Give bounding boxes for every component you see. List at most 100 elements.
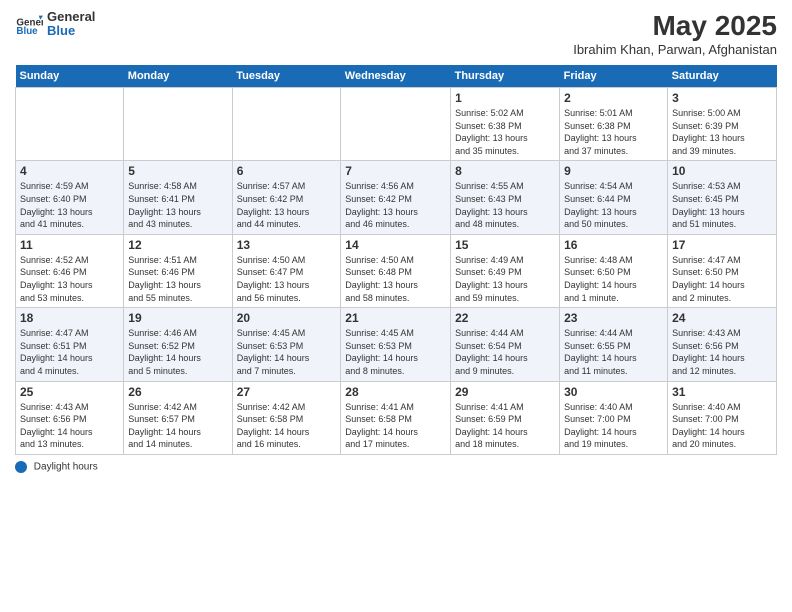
day-info: Sunrise: 4:52 AM Sunset: 6:46 PM Dayligh… bbox=[20, 254, 119, 304]
day-info: Sunrise: 4:55 AM Sunset: 6:43 PM Dayligh… bbox=[455, 180, 555, 230]
day-info: Sunrise: 4:46 AM Sunset: 6:52 PM Dayligh… bbox=[128, 327, 227, 377]
calendar-cell: 16 Sunrise: 4:48 AM Sunset: 6:50 PM Dayli… bbox=[560, 234, 668, 307]
header-friday: Friday bbox=[560, 65, 668, 88]
calendar-cell: 17 Sunrise: 4:47 AM Sunset: 6:50 PM Dayli… bbox=[668, 234, 777, 307]
day-info: Sunrise: 4:40 AM Sunset: 7:00 PM Dayligh… bbox=[672, 401, 772, 451]
day-number: 29 bbox=[455, 385, 555, 399]
header-wednesday: Wednesday bbox=[341, 65, 451, 88]
calendar-cell: 10Sunrise: 4:53 AM Sunset: 6:45 PM Dayli… bbox=[668, 161, 777, 234]
calendar-cell: 6 Sunrise: 4:57 AM Sunset: 6:42 PM Daylig… bbox=[232, 161, 341, 234]
footer: Daylight hours bbox=[15, 461, 777, 473]
day-info: Sunrise: 4:41 AM Sunset: 6:59 PM Dayligh… bbox=[455, 401, 555, 451]
title-block: May 2025 Ibrahim Khan, Parwan, Afghanist… bbox=[573, 10, 777, 57]
day-number: 31 bbox=[672, 385, 772, 399]
week-row-5: 25 Sunrise: 4:43 AM Sunset: 6:56 PM Dayli… bbox=[16, 381, 777, 454]
main-title: May 2025 bbox=[573, 10, 777, 42]
day-info: Sunrise: 4:47 AM Sunset: 6:50 PM Dayligh… bbox=[672, 254, 772, 304]
header-monday: Monday bbox=[124, 65, 232, 88]
calendar-cell: 29 Sunrise: 4:41 AM Sunset: 6:59 PM Dayli… bbox=[451, 381, 560, 454]
day-info: Sunrise: 4:54 AM Sunset: 6:44 PM Dayligh… bbox=[564, 180, 663, 230]
calendar-cell: 1Sunrise: 5:02 AM Sunset: 6:38 PM Daylig… bbox=[451, 88, 560, 161]
day-info: Sunrise: 4:53 AM Sunset: 6:45 PM Dayligh… bbox=[672, 180, 772, 230]
day-number: 15 bbox=[455, 238, 555, 252]
header-sunday: Sunday bbox=[16, 65, 124, 88]
logo-general: General bbox=[47, 10, 95, 24]
calendar-cell: 15Sunrise: 4:49 AM Sunset: 6:49 PM Dayli… bbox=[451, 234, 560, 307]
day-info: Sunrise: 4:42 AM Sunset: 6:57 PM Dayligh… bbox=[128, 401, 227, 451]
calendar-cell: 8 Sunrise: 4:55 AM Sunset: 6:43 PM Daylig… bbox=[451, 161, 560, 234]
day-number: 1 bbox=[455, 91, 555, 105]
day-number: 2 bbox=[564, 91, 663, 105]
calendar-cell bbox=[16, 88, 124, 161]
day-info: Sunrise: 4:50 AM Sunset: 6:48 PM Dayligh… bbox=[345, 254, 446, 304]
calendar-cell: 4 Sunrise: 4:59 AM Sunset: 6:40 PM Daylig… bbox=[16, 161, 124, 234]
calendar-cell: 26Sunrise: 4:42 AM Sunset: 6:57 PM Dayli… bbox=[124, 381, 232, 454]
calendar-cell: 11Sunrise: 4:52 AM Sunset: 6:46 PM Dayli… bbox=[16, 234, 124, 307]
day-number: 16 bbox=[564, 238, 663, 252]
day-number: 12 bbox=[128, 238, 227, 252]
day-info: Sunrise: 4:58 AM Sunset: 6:41 PM Dayligh… bbox=[128, 180, 227, 230]
calendar-cell: 7Sunrise: 4:56 AM Sunset: 6:42 PM Daylig… bbox=[341, 161, 451, 234]
calendar-table: SundayMondayTuesdayWednesdayThursdayFrid… bbox=[15, 65, 777, 455]
day-number: 5 bbox=[128, 164, 227, 178]
day-number: 20 bbox=[237, 311, 337, 325]
header-saturday: Saturday bbox=[668, 65, 777, 88]
logo-icon: General Blue bbox=[15, 10, 43, 38]
day-info: Sunrise: 4:43 AM Sunset: 6:56 PM Dayligh… bbox=[20, 401, 119, 451]
day-number: 6 bbox=[237, 164, 337, 178]
header-row: SundayMondayTuesdayWednesdayThursdayFrid… bbox=[16, 65, 777, 88]
calendar-cell: 14 Sunrise: 4:50 AM Sunset: 6:48 PM Dayli… bbox=[341, 234, 451, 307]
day-info: Sunrise: 4:43 AM Sunset: 6:56 PM Dayligh… bbox=[672, 327, 772, 377]
calendar-cell: 19Sunrise: 4:46 AM Sunset: 6:52 PM Dayli… bbox=[124, 308, 232, 381]
calendar-cell: 20Sunrise: 4:45 AM Sunset: 6:53 PM Dayli… bbox=[232, 308, 341, 381]
day-number: 17 bbox=[672, 238, 772, 252]
footer-dot-icon bbox=[15, 461, 27, 473]
day-number: 25 bbox=[20, 385, 119, 399]
day-number: 9 bbox=[564, 164, 663, 178]
week-row-2: 4 Sunrise: 4:59 AM Sunset: 6:40 PM Daylig… bbox=[16, 161, 777, 234]
header-thursday: Thursday bbox=[451, 65, 560, 88]
calendar-cell: 27 Sunrise: 4:42 AM Sunset: 6:58 PM Dayli… bbox=[232, 381, 341, 454]
day-number: 23 bbox=[564, 311, 663, 325]
day-number: 22 bbox=[455, 311, 555, 325]
footer-label: Daylight hours bbox=[34, 462, 98, 473]
day-info: Sunrise: 4:44 AM Sunset: 6:54 PM Dayligh… bbox=[455, 327, 555, 377]
calendar-cell: 23Sunrise: 4:44 AM Sunset: 6:55 PM Dayli… bbox=[560, 308, 668, 381]
svg-text:Blue: Blue bbox=[16, 26, 38, 37]
day-info: Sunrise: 4:47 AM Sunset: 6:51 PM Dayligh… bbox=[20, 327, 119, 377]
day-info: Sunrise: 4:40 AM Sunset: 7:00 PM Dayligh… bbox=[564, 401, 663, 451]
day-info: Sunrise: 5:00 AM Sunset: 6:39 PM Dayligh… bbox=[672, 107, 772, 157]
day-info: Sunrise: 4:57 AM Sunset: 6:42 PM Dayligh… bbox=[237, 180, 337, 230]
day-info: Sunrise: 4:42 AM Sunset: 6:58 PM Dayligh… bbox=[237, 401, 337, 451]
day-number: 27 bbox=[237, 385, 337, 399]
subtitle: Ibrahim Khan, Parwan, Afghanistan bbox=[573, 42, 777, 57]
day-number: 30 bbox=[564, 385, 663, 399]
day-info: Sunrise: 4:51 AM Sunset: 6:46 PM Dayligh… bbox=[128, 254, 227, 304]
day-number: 28 bbox=[345, 385, 446, 399]
day-number: 18 bbox=[20, 311, 119, 325]
day-number: 4 bbox=[20, 164, 119, 178]
page-header: General Blue General Blue May 2025 Ibrah… bbox=[15, 10, 777, 57]
day-info: Sunrise: 5:01 AM Sunset: 6:38 PM Dayligh… bbox=[564, 107, 663, 157]
day-number: 3 bbox=[672, 91, 772, 105]
day-number: 13 bbox=[237, 238, 337, 252]
header-tuesday: Tuesday bbox=[232, 65, 341, 88]
calendar-cell: 28Sunrise: 4:41 AM Sunset: 6:58 PM Dayli… bbox=[341, 381, 451, 454]
calendar-cell bbox=[124, 88, 232, 161]
calendar-cell: 5 Sunrise: 4:58 AM Sunset: 6:41 PM Daylig… bbox=[124, 161, 232, 234]
day-number: 21 bbox=[345, 311, 446, 325]
calendar-cell bbox=[232, 88, 341, 161]
day-info: Sunrise: 4:48 AM Sunset: 6:50 PM Dayligh… bbox=[564, 254, 663, 304]
day-info: Sunrise: 4:56 AM Sunset: 6:42 PM Dayligh… bbox=[345, 180, 446, 230]
calendar-cell: 2 Sunrise: 5:01 AM Sunset: 6:38 PM Daylig… bbox=[560, 88, 668, 161]
week-row-1: 1Sunrise: 5:02 AM Sunset: 6:38 PM Daylig… bbox=[16, 88, 777, 161]
calendar-cell bbox=[341, 88, 451, 161]
day-number: 14 bbox=[345, 238, 446, 252]
day-number: 8 bbox=[455, 164, 555, 178]
calendar-cell: 25 Sunrise: 4:43 AM Sunset: 6:56 PM Dayli… bbox=[16, 381, 124, 454]
logo: General Blue General Blue bbox=[15, 10, 95, 39]
calendar-cell: 24Sunrise: 4:43 AM Sunset: 6:56 PM Dayli… bbox=[668, 308, 777, 381]
day-info: Sunrise: 4:59 AM Sunset: 6:40 PM Dayligh… bbox=[20, 180, 119, 230]
week-row-4: 18 Sunrise: 4:47 AM Sunset: 6:51 PM Dayli… bbox=[16, 308, 777, 381]
day-info: Sunrise: 4:50 AM Sunset: 6:47 PM Dayligh… bbox=[237, 254, 337, 304]
